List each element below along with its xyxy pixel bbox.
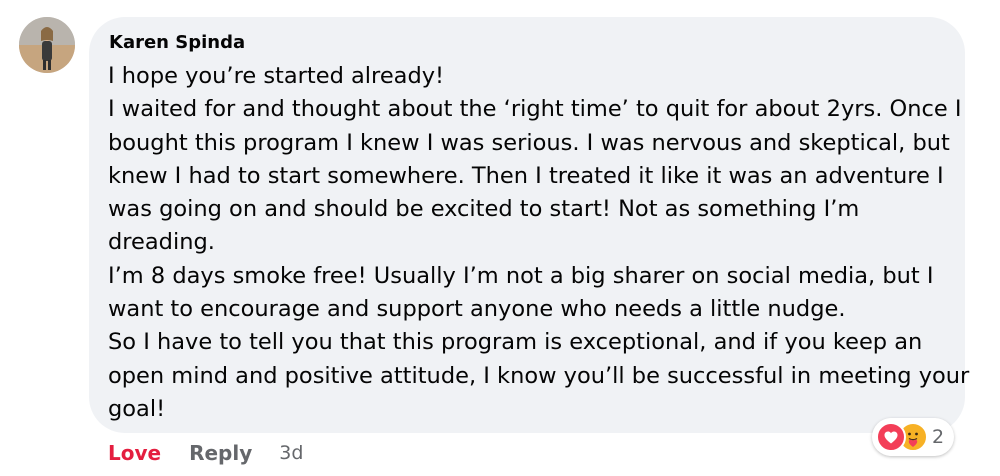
comment-author[interactable]: Karen Spinda <box>109 32 245 53</box>
comment-line: bought this program I knew I was serious… <box>108 129 950 156</box>
reply-button[interactable]: Reply <box>189 441 252 465</box>
comment-line: was going on and should be excited to st… <box>108 196 860 223</box>
love-icon <box>876 422 906 452</box>
comment-line: knew I had to start somewhere. Then I tr… <box>108 162 944 189</box>
comment-line: I’m 8 days smoke free! Usually I’m not a… <box>108 262 934 289</box>
comment-line: I hope you’re started already! <box>108 63 445 89</box>
reaction-count: 2 <box>932 426 945 448</box>
comment-body: I hope you’re started already! I waited … <box>108 60 970 426</box>
avatar-photo <box>19 17 75 73</box>
comment-actions: Love Reply 3d <box>108 438 303 468</box>
comment-line: open mind and positive attitude, I know … <box>108 362 970 389</box>
love-button[interactable]: Love <box>108 441 161 465</box>
comment-bubble: Karen Spinda I hope you’re started alrea… <box>89 17 970 433</box>
comment-line: I waited for and thought about the ‘righ… <box>108 96 962 123</box>
comment-line: So I have to tell you that this program … <box>108 329 923 356</box>
comment-line: want to encourage and support anyone who… <box>108 296 846 323</box>
comment-timestamp[interactable]: 3d <box>279 442 303 464</box>
comment-line: dreading. <box>108 229 215 256</box>
reaction-summary[interactable]: 2 <box>872 418 955 456</box>
avatar[interactable] <box>19 17 75 73</box>
comment: Karen Spinda I hope you’re started alrea… <box>0 0 1000 476</box>
comment-line: goal! <box>108 395 166 422</box>
